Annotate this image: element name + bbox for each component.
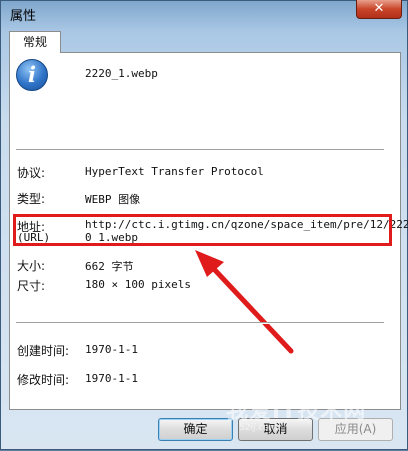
dimensions-value: 180 × 100 pixels	[85, 278, 191, 291]
watermark-url: 52ij.com	[239, 423, 278, 433]
ok-button[interactable]: 确定	[158, 418, 233, 441]
watermark: 我爱IT技术网	[226, 399, 367, 424]
created-value: 1970-1-1	[85, 343, 138, 356]
separator	[16, 322, 384, 324]
modified-label: 修改时间:	[17, 373, 70, 387]
modified-value: 1970-1-1	[85, 372, 138, 385]
tab-general[interactable]: 常规	[9, 31, 61, 53]
ok-button-label: 确定	[183, 422, 208, 436]
dimensions-label: 尺寸:	[17, 279, 46, 293]
tab-general-label: 常规	[22, 35, 47, 49]
size-value: 662 字节	[85, 260, 134, 273]
size-label: 大小:	[17, 259, 46, 273]
created-label: 创建时间:	[17, 344, 70, 358]
properties-dialog: 属性 ✕ 常规 i 2220_1.webp 协议: HyperText Tran…	[0, 0, 408, 450]
